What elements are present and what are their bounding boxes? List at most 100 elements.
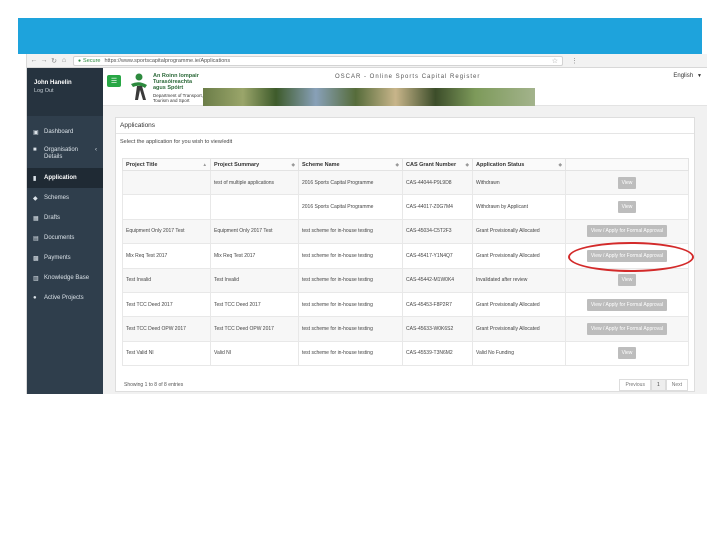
browser-toolbar: ← → ↻ ⌂ ● Secure https://www.sportscapit… (27, 54, 707, 68)
cell-cas-grant-number: CAS-44044-P9L9D8 (402, 169, 473, 196)
app-header: ☰ An Roinn Iompair Turasóireachta agus S… (103, 68, 707, 106)
department-logo-icon (131, 73, 147, 100)
table-info: Showing 1 to 8 of 8 entries (124, 382, 184, 388)
slide-header-band (18, 18, 702, 54)
lock-icon: ● (78, 57, 82, 64)
sidebar-item-label: Payments (44, 255, 71, 261)
cell-project-title: Test Invalid (122, 267, 211, 293)
schemes-icon: ◆ (33, 195, 38, 202)
user-name: John Hanelin (34, 80, 72, 86)
cell-scheme-name: test scheme for in-house testing (298, 291, 403, 318)
building-icon: ■ (33, 147, 37, 153)
view-apply-formal-approval-button[interactable]: View / Apply for Formal Approval (586, 225, 668, 238)
pagination: Previous 1 Next (619, 379, 688, 391)
user-block: John Hanelin Log Out (27, 68, 103, 116)
chevron-down-icon: ▼ (697, 73, 702, 79)
next-page-button[interactable]: Next (665, 379, 688, 391)
cell-scheme-name: test scheme for in-house testing (298, 243, 403, 269)
table-header-row: Project Title ▲ Project Summary ◆ Scheme N… (122, 158, 689, 171)
language-select[interactable]: English ▼ (673, 73, 702, 79)
cell-project-summary: Mix Req Test 2017 (210, 243, 299, 269)
cell-cas-grant-number: CAS-45034-C5T2F3 (402, 218, 473, 245)
sidebar-item-label: Documents (44, 235, 75, 241)
sidebar-item-dashboard[interactable]: ▣ Dashboard (27, 122, 103, 142)
sidebar-item-organisation-details[interactable]: ■ Organisation Details ‹ (27, 142, 103, 168)
view-apply-formal-approval-button[interactable]: View / Apply for Formal Approval (586, 323, 668, 336)
documents-icon: ▤ (33, 235, 39, 242)
browser-menu-icon[interactable]: ⋮ (571, 57, 578, 65)
cell-application-status: Withdrawn by Applicant (472, 194, 566, 220)
drafts-icon: ▦ (33, 215, 39, 222)
cell-project-summary (210, 194, 299, 220)
cell-action: View (565, 169, 689, 196)
sidebar-item-label: Active Projects (44, 295, 84, 301)
column-header-project-summary[interactable]: Project Summary ◆ (210, 158, 299, 171)
sidebar: John Hanelin Log Out ▣ Dashboard ■ Organ… (27, 68, 103, 394)
column-header-application-status[interactable]: Application Status ◆ (472, 158, 566, 171)
reload-icon[interactable]: ↻ (49, 56, 59, 66)
logout-link[interactable]: Log Out (34, 88, 103, 94)
cell-action: View (565, 340, 689, 367)
sidebar-item-active-projects[interactable]: ● Active Projects (27, 288, 103, 308)
address-bar[interactable]: ● Secure https://www.sportscapitalprogra… (73, 55, 563, 66)
bookmark-star-icon[interactable]: ☆ (552, 57, 558, 65)
column-header-cas-grant-number[interactable]: CAS Grant Number ◆ (402, 158, 473, 171)
page-1-button[interactable]: 1 (650, 379, 666, 391)
column-header-project-title[interactable]: Project Title ▲ (122, 158, 211, 171)
sort-icon: ◆ (465, 161, 469, 167)
table-row: Test TCC Deed 2017 Test TCC Deed 2017 te… (122, 291, 689, 318)
back-icon[interactable]: ← (29, 56, 39, 66)
sidebar-item-application[interactable]: ▮ Application (27, 168, 103, 188)
view-apply-formal-approval-button[interactable]: View / Apply for Formal Approval (586, 298, 668, 311)
home-icon[interactable]: ⌂ (59, 56, 69, 66)
view-button[interactable]: View (617, 347, 637, 360)
url-text: https://www.sportscapitalprogramme.ie/Ap… (104, 57, 231, 64)
cell-project-summary: Valid NI (210, 340, 299, 367)
cell-application-status: Invalidated after review (472, 267, 566, 293)
payments-icon: ▩ (33, 255, 39, 262)
cell-scheme-name: 2016 Sports Capital Programme (298, 194, 403, 220)
cell-scheme-name: test scheme for in-house testing (298, 340, 403, 367)
cell-scheme-name: test scheme for in-house testing (298, 316, 403, 342)
cell-application-status: Grant Provisionally Allocated (472, 291, 566, 318)
cell-action: View / Apply for Formal Approval (565, 218, 689, 245)
cell-cas-grant-number: CAS-45442-M1W0K4 (402, 267, 473, 293)
previous-page-button[interactable]: Previous (619, 379, 651, 391)
sidebar-item-drafts[interactable]: ▦ Drafts (27, 208, 103, 228)
cell-action: View / Apply for Formal Approval (565, 316, 689, 342)
view-button[interactable]: View (617, 274, 637, 287)
cell-application-status: Grant Provisionally Allocated (472, 243, 566, 269)
dashboard-icon: ▣ (33, 129, 39, 136)
menu-toggle-icon[interactable]: ☰ (107, 75, 121, 87)
view-button[interactable]: View (617, 176, 637, 189)
cell-project-summary: Equipment Only 2017 Test (210, 218, 299, 245)
sidebar-item-label: Drafts (44, 215, 61, 221)
annotation-highlight-ellipse (568, 242, 694, 272)
sidebar-item-payments[interactable]: ▩ Payments (27, 248, 103, 268)
book-icon: ▥ (33, 275, 39, 282)
secure-label: Secure (83, 57, 101, 64)
cell-project-summary: Test TCC Deed OPW 2017 (210, 316, 299, 342)
table-row: Equipment Only 2017 Test Equipment Only … (122, 218, 689, 245)
forward-icon[interactable]: → (39, 56, 49, 66)
logo-text: An Roinn Iompair Turasóireachta agus Spó… (153, 73, 199, 91)
cell-scheme-name: 2016 Sports Capital Programme (298, 169, 403, 196)
sidebar-item-knowledge-base[interactable]: ▥ Knowledge Base (27, 268, 103, 288)
cell-application-status: Withdrawn (472, 169, 566, 196)
cell-action: View / Apply for Formal Approval (565, 291, 689, 318)
cell-cas-grant-number: CAS-45539-T3N6M2 (402, 340, 473, 367)
sidebar-item-documents[interactable]: ▤ Documents (27, 228, 103, 248)
sidebar-item-schemes[interactable]: ◆ Schemes (27, 188, 103, 208)
sidebar-item-label: Organisation Details (44, 147, 79, 160)
view-button[interactable]: View (617, 201, 637, 214)
card-hint: Select the application for you wish to v… (120, 139, 233, 145)
cell-application-status: Grant Provisionally Allocated (472, 316, 566, 342)
sort-icon: ◆ (558, 161, 562, 167)
column-header-actions (565, 158, 689, 171)
cell-project-title: Mix Req Test 2017 (122, 243, 211, 269)
cell-cas-grant-number: CAS-45417-Y1N4Q7 (402, 243, 473, 269)
column-header-scheme-name[interactable]: Scheme Name ◆ (298, 158, 403, 171)
sidebar-item-label: Knowledge Base (44, 275, 90, 281)
cell-scheme-name: test scheme for in-house testing (298, 218, 403, 245)
cell-project-title (122, 194, 211, 220)
